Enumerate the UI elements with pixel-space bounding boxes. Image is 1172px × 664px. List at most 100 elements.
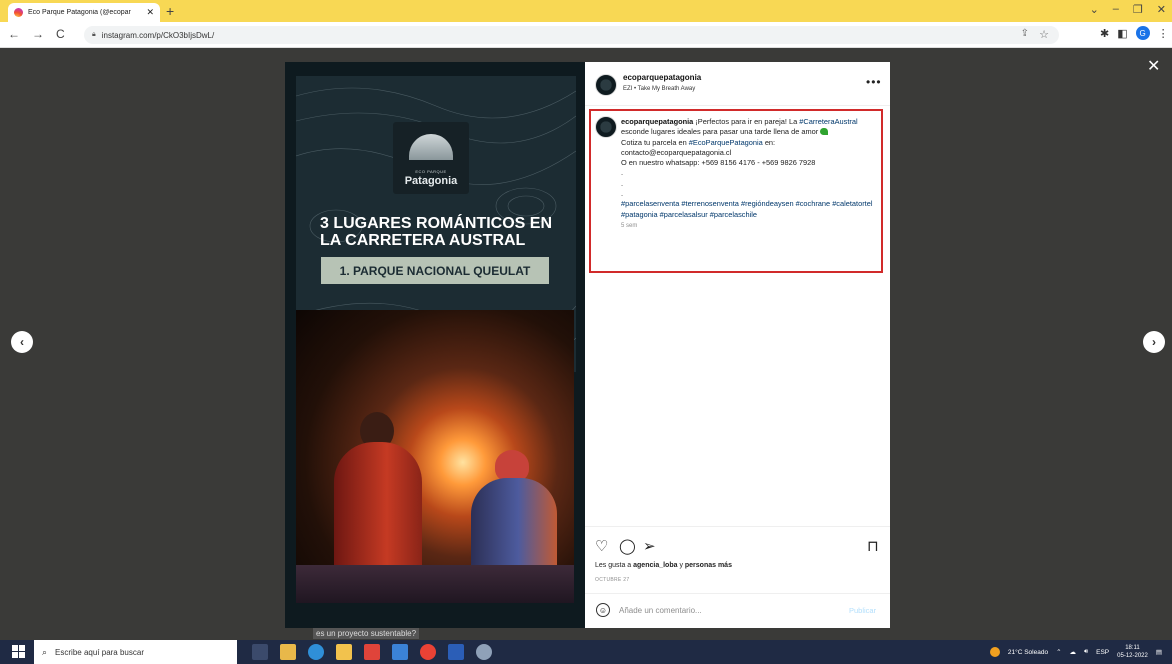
reload-icon[interactable]: C xyxy=(56,27,65,41)
audio-label[interactable]: EZI • Take My Breath Away xyxy=(623,86,695,92)
caption-line: ¡Perfectos para ir en pareja! La xyxy=(693,117,800,126)
nav-buttons: ← → C xyxy=(8,27,65,41)
hashtag-link[interactable]: #CarreteraAustral xyxy=(799,117,857,126)
window-controls: ⌄ – ❐ ✕ xyxy=(1090,3,1166,16)
background-post-text: es un proyecto sustentable? xyxy=(313,628,420,639)
folder-icon[interactable] xyxy=(336,644,352,660)
chevron-left-icon[interactable]: ‹ xyxy=(11,331,33,353)
caption-whatsapp: O en nuestro whatsapp: +569 8156 4176 - … xyxy=(621,158,816,168)
app-icon[interactable] xyxy=(476,644,492,660)
avatar[interactable] xyxy=(595,74,617,96)
new-tab-button[interactable]: + xyxy=(166,3,174,19)
taskbar-search-input[interactable]: ⌕ Escribe aquí para buscar xyxy=(34,640,237,664)
post-media[interactable]: ECO PARQUE Patagonia 3 LUGARES ROMÁNTICO… xyxy=(285,62,585,661)
clock-time: 18:11 xyxy=(1125,645,1140,651)
network-icon[interactable]: ☁ xyxy=(1070,648,1077,656)
share-icon[interactable]: ➢ xyxy=(643,537,656,555)
file-explorer-icon[interactable] xyxy=(280,644,296,660)
close-icon[interactable]: ✕ xyxy=(1147,56,1160,76)
eco-parque-logo: ECO PARQUE Patagonia xyxy=(393,122,469,194)
campfire-photo xyxy=(296,310,574,603)
mcafee-icon[interactable] xyxy=(364,644,380,660)
emoji-icon[interactable]: ☺ xyxy=(596,603,610,617)
clock[interactable]: 18:11 05-12-2022 xyxy=(1117,644,1148,660)
caption-email: contacto@ecoparquepatagonia.cl xyxy=(621,147,732,157)
caption-line: Cotiza tu parcela en xyxy=(621,137,689,147)
logo-large-text: Patagonia xyxy=(404,175,458,187)
share-page-icon[interactable]: ⇪ xyxy=(1021,28,1029,39)
clock-date: 05-12-2022 xyxy=(1117,653,1148,659)
tab-title: Eco Parque Patagonia (@ecopar xyxy=(28,9,131,16)
publish-button[interactable]: Publicar xyxy=(849,606,876,615)
heart-icon[interactable]: ♡ xyxy=(595,537,608,555)
likes-summary: Les gusta a agencia_loba y personas más xyxy=(595,562,732,569)
system-tray: 21°C Soleado ⌃ ☁ 🔊︎ ESP 18:11 05-12-2022… xyxy=(989,640,1162,664)
instagram-favicon-icon xyxy=(14,8,23,17)
likes-prefix: Les gusta a xyxy=(595,562,634,569)
star-icon[interactable]: ☆ xyxy=(1039,28,1049,41)
blanket xyxy=(296,565,574,603)
media-subheadline: 1. PARQUE NACIONAL QUEULAT xyxy=(321,257,549,284)
minimize-button[interactable]: – xyxy=(1113,3,1119,16)
chrome-menu-icon[interactable]: ⋮ xyxy=(1158,27,1169,40)
hashtag-link[interactable]: #EcoParquePatagonia xyxy=(689,138,763,147)
volume-icon[interactable]: 🔊︎ xyxy=(1084,648,1088,656)
caption-text: ecoparquepatagonia ¡Perfectos para ir en… xyxy=(621,117,879,231)
language-indicator[interactable]: ESP xyxy=(1096,649,1109,656)
comment-icon[interactable]: ◯ xyxy=(619,537,636,555)
likes-user[interactable]: agencia_loba xyxy=(633,562,677,569)
post-date: OCTUBRE 27 xyxy=(595,577,630,583)
sun-icon xyxy=(989,647,1000,657)
taskbar-apps xyxy=(252,644,492,660)
comment-input[interactable]: Añade un comentario... xyxy=(619,606,702,615)
url-bar[interactable]: 🔒︎ instagram.com/p/CkO3bIjsDwL/ ⇪ ☆ xyxy=(84,26,1059,44)
post-actions: ♡ ◯ ➢ ⊓ Les gusta a agencia_loba y perso… xyxy=(585,526,890,628)
windows-taskbar: ⌕ Escribe aquí para buscar 21°C Soleado … xyxy=(0,640,1172,664)
caption-line: en: xyxy=(762,137,776,147)
windows-icon[interactable] xyxy=(12,645,25,658)
word-icon[interactable] xyxy=(448,644,464,660)
hashtags[interactable]: #parcelasenventa #terrenosenventa #regió… xyxy=(621,199,872,218)
restore-button[interactable]: ❐ xyxy=(1133,3,1143,16)
caption-username[interactable]: ecoparquepatagonia xyxy=(621,117,693,126)
green-heart-icon xyxy=(820,128,829,136)
chevron-right-icon[interactable]: › xyxy=(1143,331,1165,353)
weather-text[interactable]: 21°C Soleado xyxy=(1008,649,1048,656)
post-age[interactable]: 5 sem xyxy=(621,223,637,229)
bookmark-icon[interactable]: ⊓ xyxy=(867,537,879,555)
url-text[interactable]: instagram.com/p/CkO3bIjsDwL/ xyxy=(102,31,214,40)
caption-avatar[interactable] xyxy=(595,116,617,138)
extensions-icon[interactable]: ✱ xyxy=(1100,27,1109,40)
edge-icon[interactable] xyxy=(308,644,324,660)
browser-tab[interactable]: Eco Parque Patagonia (@ecopar ✕ xyxy=(8,3,160,22)
lock-icon[interactable]: 🔒︎ xyxy=(92,31,96,39)
tray-chevron-icon[interactable]: ⌃ xyxy=(1056,648,1061,656)
forward-icon[interactable]: → xyxy=(32,27,44,41)
caption-dot: . xyxy=(621,168,624,178)
comment-box: ☺ Añade un comentario... Publicar xyxy=(585,593,890,629)
sidepanel-icon[interactable]: ◧ xyxy=(1117,27,1127,40)
back-icon[interactable]: ← xyxy=(8,27,20,41)
likes-others[interactable]: personas más xyxy=(685,562,732,569)
screen: Eco Parque Patagonia (@ecopar ✕ + ⌄ – ❐ … xyxy=(0,0,1172,664)
post-header: ecoparquepatagonia EZI • Take My Breath … xyxy=(585,62,890,106)
mountain-emblem xyxy=(409,134,453,160)
post-username[interactable]: ecoparquepatagonia xyxy=(623,73,701,82)
tab-bar: Eco Parque Patagonia (@ecopar ✕ + ⌄ – ❐ … xyxy=(0,0,1172,22)
address-bar-row: ← → C 🔒︎ instagram.com/p/CkO3bIjsDwL/ ⇪ … xyxy=(0,22,1172,48)
tab-search-button[interactable]: ⌄ xyxy=(1090,3,1099,16)
extensions-area: ✱ ◧ G ⋮ xyxy=(1100,26,1169,40)
media-headline: 3 LUGARES ROMÁNTICOS EN LA CARRETERA AUS… xyxy=(320,215,553,249)
more-icon[interactable]: ••• xyxy=(866,75,882,89)
notifications-icon[interactable]: ▤ xyxy=(1156,648,1162,656)
caption-line: esconde lugares ideales para pasar una t… xyxy=(621,127,819,137)
caption-dot: . xyxy=(621,189,624,199)
post-side-panel: ecoparquepatagonia EZI • Take My Breath … xyxy=(585,62,890,628)
tab-close-button[interactable]: ✕ xyxy=(146,7,154,18)
task-view-icon[interactable] xyxy=(252,644,268,660)
chrome-icon[interactable] xyxy=(420,644,436,660)
taskbar-search-text: Escribe aquí para buscar xyxy=(55,647,144,657)
window-close-button[interactable]: ✕ xyxy=(1157,3,1166,16)
mail-icon[interactable] xyxy=(392,644,408,660)
profile-avatar[interactable]: G xyxy=(1135,26,1150,40)
